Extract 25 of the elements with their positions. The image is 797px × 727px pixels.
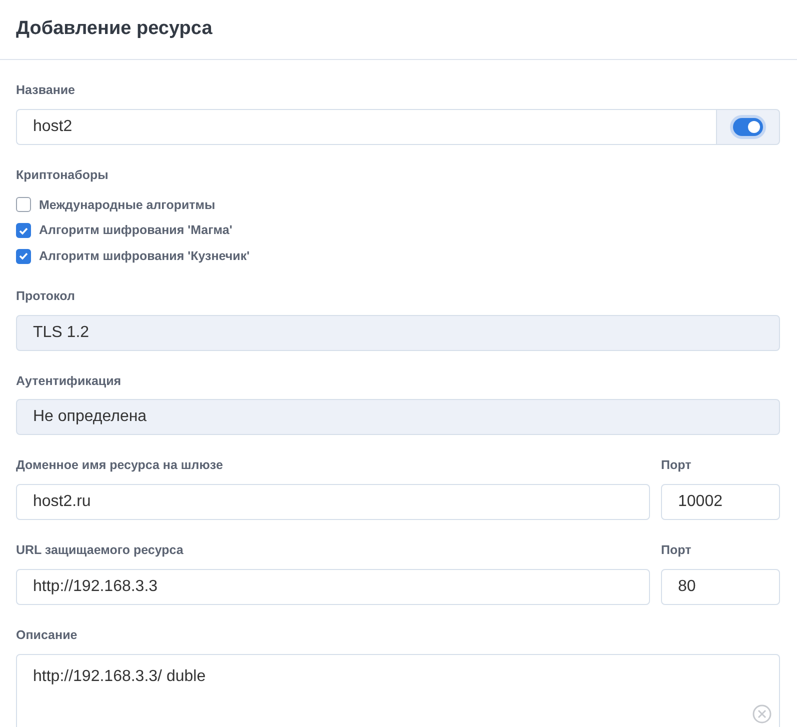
port-field[interactable]: 80 bbox=[661, 568, 780, 605]
field-label: Протокол bbox=[16, 288, 75, 305]
checkbox-label: Алгоритм шифрования 'Кузнечик' bbox=[39, 248, 250, 265]
checkbox[interactable] bbox=[16, 197, 31, 212]
checkbox[interactable] bbox=[16, 223, 31, 238]
dialog-title: Добавление ресурса bbox=[16, 18, 212, 41]
description-field[interactable]: http://192.168.3.3/ duble bbox=[16, 654, 780, 727]
toggle-switch[interactable] bbox=[732, 118, 763, 136]
url-field[interactable]: http://192.168.3.3 bbox=[16, 568, 650, 605]
name-field[interactable]: host2 bbox=[16, 108, 716, 145]
check-icon bbox=[19, 252, 28, 260]
checkbox[interactable] bbox=[16, 248, 31, 264]
field-label: Порт bbox=[661, 542, 692, 559]
field-label: Порт bbox=[661, 457, 692, 474]
field-label: Описание bbox=[16, 626, 78, 644]
port-field[interactable]: 10002 bbox=[661, 484, 780, 520]
field-label: Аутентификация bbox=[16, 372, 122, 390]
field-label: URL защищаемого ресурса bbox=[16, 542, 184, 559]
checkbox-label: Алгоритм шифрования 'Магма' bbox=[39, 222, 232, 240]
checkbox-label: Международные алгоритмы bbox=[39, 196, 216, 214]
field-label: Название bbox=[16, 82, 76, 99]
field-label: Доменное имя ресурса на шлюзе bbox=[16, 457, 223, 474]
check-icon bbox=[19, 226, 28, 235]
domain-field[interactable]: host2.ru bbox=[16, 484, 650, 520]
field-label: Криптонаборы bbox=[16, 166, 108, 184]
